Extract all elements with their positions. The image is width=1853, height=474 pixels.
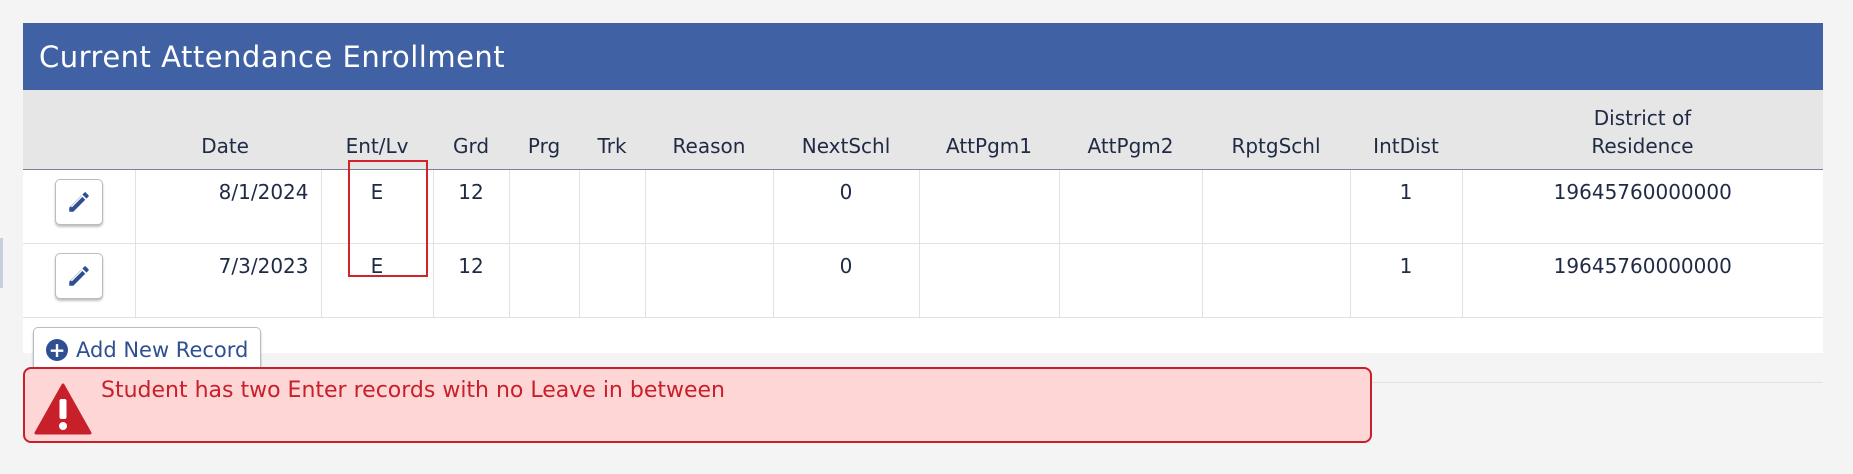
left-edge-marker — [0, 238, 3, 288]
cell-reason — [645, 243, 774, 318]
edit-cell — [23, 243, 136, 318]
col-header-attpgm1[interactable]: AttPgm1 — [919, 90, 1059, 170]
cell-prg — [509, 169, 580, 244]
cell-district: 19645760000000 — [1462, 243, 1823, 318]
cell-prg — [509, 243, 580, 318]
error-alert: Student has two Enter records with no Le… — [23, 367, 1372, 443]
cell-date: 8/1/2024 — [135, 169, 322, 244]
col-header-edit — [23, 90, 135, 170]
edit-button[interactable] — [54, 179, 103, 225]
cell-trk — [579, 169, 646, 244]
cell-nextschl: 0 — [773, 169, 920, 244]
edit-button[interactable] — [54, 253, 103, 299]
cell-entlv: E — [321, 169, 434, 244]
cell-grd: 12 — [433, 243, 510, 318]
cell-rptgschl — [1202, 243, 1351, 318]
cell-attpgm1 — [919, 169, 1060, 244]
table-header-row: Date Ent/Lv Grd Prg Trk Reason NextSchl … — [23, 90, 1823, 170]
col-header-district[interactable]: District of Residence — [1462, 90, 1823, 170]
cell-attpgm2 — [1059, 169, 1203, 244]
warning-triangle-icon — [34, 383, 92, 435]
cell-entlv: E — [321, 243, 434, 318]
cell-nextschl: 0 — [773, 243, 920, 318]
col-header-entlv[interactable]: Ent/Lv — [321, 90, 433, 170]
attendance-panel: Current Attendance Enrollment Date Ent/L… — [23, 23, 1823, 383]
col-header-district-line1: District of — [1593, 106, 1692, 130]
panel-title: Current Attendance Enrollment — [23, 23, 1823, 90]
col-header-grd[interactable]: Grd — [433, 90, 509, 170]
pencil-icon — [69, 192, 89, 212]
cell-intdist: 1 — [1350, 243, 1463, 318]
col-header-intdist[interactable]: IntDist — [1350, 90, 1462, 170]
cell-rptgschl — [1202, 169, 1351, 244]
table-row: 8/1/2024 E 12 0 1 19645760000000 — [23, 169, 1823, 244]
alert-message: Student has two Enter records with no Le… — [101, 377, 726, 403]
cell-attpgm2 — [1059, 243, 1203, 318]
plus-circle-icon: + — [46, 339, 68, 361]
edit-cell — [23, 169, 136, 244]
cell-attpgm1 — [919, 243, 1060, 318]
table-row: 7/3/2023 E 12 0 1 19645760000000 — [23, 243, 1823, 318]
cell-grd: 12 — [433, 169, 510, 244]
cell-trk — [579, 243, 646, 318]
cell-date: 7/3/2023 — [135, 243, 322, 318]
add-new-record-label: Add New Record — [76, 338, 249, 362]
col-header-trk[interactable]: Trk — [579, 90, 645, 170]
cell-reason — [645, 169, 774, 244]
col-header-nextschl[interactable]: NextSchl — [773, 90, 919, 170]
col-header-prg[interactable]: Prg — [509, 90, 579, 170]
attendance-table: Date Ent/Lv Grd Prg Trk Reason NextSchl … — [23, 90, 1823, 318]
col-header-date[interactable]: Date — [135, 90, 321, 170]
cell-district: 19645760000000 — [1462, 169, 1823, 244]
col-header-reason[interactable]: Reason — [645, 90, 773, 170]
cell-intdist: 1 — [1350, 169, 1463, 244]
col-header-attpgm2[interactable]: AttPgm2 — [1059, 90, 1202, 170]
col-header-rptgschl[interactable]: RptgSchl — [1202, 90, 1350, 170]
col-header-district-line2: Residence — [1591, 134, 1694, 158]
pencil-icon — [69, 266, 89, 286]
